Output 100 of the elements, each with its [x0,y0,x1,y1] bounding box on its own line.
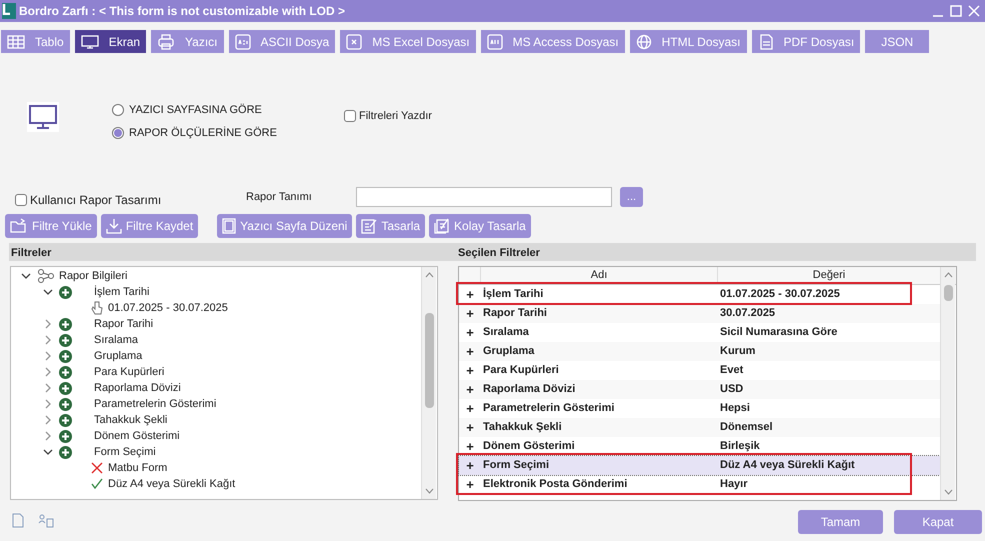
chevron-down-icon[interactable] [43,287,53,297]
scroll-thumb[interactable] [425,313,434,408]
chevron-right-icon[interactable] [43,415,53,425]
scroll-down-icon [425,488,434,494]
plus-circle-icon [59,382,72,394]
expand-toggle[interactable]: + [466,421,474,434]
table-cell-text: 01.07.2025 - 30.07.2025 [719,287,841,302]
plus-circle-icon [59,334,72,346]
tree-item[interactable]: Dönem Gösterimi [94,428,180,444]
scrollbar[interactable] [940,267,955,500]
page-icon [222,218,236,234]
chevron-right-icon[interactable] [43,367,53,377]
table-cell-text: Düz A4 veya Sürekli Kağıt [719,458,856,474]
expand-toggle[interactable]: + [466,383,474,396]
plus-circle-icon [59,350,72,362]
tree-item[interactable]: Sıralama [94,332,138,348]
table-cell-text: Para Kupürleri [482,363,560,378]
table-cell-text: Elektronik Posta Gönderimi [482,477,628,492]
expand-toggle[interactable]: + [466,402,474,415]
user-card-icon [38,514,54,528]
file-icon [346,34,362,50]
maximize-icon[interactable] [949,4,963,18]
grid-row[interactable]: + Tahakkuk Şekli Dönemsel [459,418,940,437]
tree-item[interactable]: Tahakkuk Şekli [94,412,168,428]
scroll-thumb[interactable] [944,285,953,301]
panel-title: Filtreler [11,246,52,261]
expand-toggle[interactable]: + [466,307,474,320]
monitor-icon [27,102,59,132]
table-cell-text: Birleşik [719,439,761,454]
plus-circle-icon [59,398,72,410]
tree-item[interactable]: 01.07.2025 - 30.07.2025 [108,300,228,316]
panel-title: Seçilen Filtreler [458,246,540,261]
table-cell-text: Hayır [719,477,749,492]
printer-icon [157,34,176,50]
edit-icon [361,218,378,234]
table-icon [7,34,25,50]
file-icon [234,34,251,50]
expand-toggle[interactable]: + [466,326,474,339]
logo-icon [2,3,12,15]
grid-row[interactable]: + Raporlama Dövizi USD [459,380,940,399]
chevron-down-icon[interactable] [43,447,53,457]
plus-circle-icon [59,446,72,458]
table-cell-text: Tahakkuk Şekli [482,420,563,436]
chevron-right-icon[interactable] [43,351,53,361]
checkbox[interactable]: Filtreleri Yazdır [344,108,432,124]
globe-icon [636,34,652,50]
tree-item[interactable]: Para Kupürleri [94,364,164,380]
tree-item[interactable]: Düz A4 veya Sürekli Kağıt [108,476,236,492]
folder-icon [10,218,28,234]
scroll-up-icon [425,272,434,278]
expand-toggle[interactable]: + [466,459,474,472]
chevron-right-icon[interactable] [43,383,53,393]
tree-item[interactable]: Rapor Bilgileri [59,268,128,284]
table-cell-text: Kurum [719,344,756,360]
tree-item[interactable]: Gruplama [94,348,142,364]
checkbox[interactable]: Kullanıcı Rapor Tasarımı [15,191,162,209]
radio-button[interactable]: RAPOR ÖLÇÜLERİNE GÖRE [112,124,277,141]
scroll-up-icon [944,272,953,278]
expand-toggle[interactable]: + [466,440,474,453]
file-icon [758,34,774,50]
column-header[interactable]: Adı [481,267,718,284]
text-field[interactable] [356,187,612,207]
scrollbar[interactable] [421,267,436,499]
chevron-down-icon[interactable] [21,271,31,281]
expand-toggle[interactable]: + [466,288,474,301]
table-cell-text: Parametrelerin Gösterimi [482,401,616,416]
radio-button[interactable]: YAZICI SAYFASINA GÖRE [112,102,277,118]
table-cell-text: Gruplama [482,344,536,360]
close-icon[interactable] [967,4,981,18]
plus-circle-icon [59,414,72,426]
table-cell-text: Sıralama [482,325,530,340]
table-cell-text: Raporlama Dövizi [482,382,576,398]
chevron-right-icon[interactable] [43,431,53,441]
table-cell-text: Hepsi [719,401,751,416]
expand-toggle[interactable]: + [466,364,474,377]
expand-toggle[interactable]: + [466,478,474,491]
grid-row[interactable]: + Gruplama Kurum [459,342,940,361]
chevron-right-icon[interactable] [43,335,53,345]
cross-icon [91,462,103,474]
chevron-right-icon[interactable] [43,319,53,329]
hierarchy-icon [37,269,55,283]
tree-item[interactable]: Raporlama Dövizi [94,380,181,396]
tree-item[interactable]: Rapor Tarihi [94,316,154,332]
table-cell-text: İşlem Tarihi [482,286,544,302]
grid-row[interactable]: + Form Seçimi Düz A4 veya Sürekli Kağıt [459,456,940,475]
table-cell-text: 30.07.2025 [719,306,776,322]
tree-item[interactable]: Matbu Form [108,460,168,476]
tree-item[interactable]: Form Seçimi [94,444,156,460]
tab[interactable]: Ekran [74,30,146,53]
table-cell-text: Evet [719,363,744,378]
column-header[interactable]: Değeri [718,267,940,284]
tree-item[interactable]: Parametrelerin Gösterimi [94,396,216,412]
grid-row[interactable]: + Rapor Tarihi 30.07.2025 [459,304,940,323]
scroll-down-icon [944,489,953,495]
expand-toggle[interactable]: + [466,345,474,358]
tree-item[interactable]: İşlem Tarihi [94,284,150,300]
chevron-right-icon[interactable] [43,399,53,409]
field-label: Rapor Tanımı [246,190,312,205]
document-icon [12,513,24,528]
plus-circle-icon [59,430,72,442]
